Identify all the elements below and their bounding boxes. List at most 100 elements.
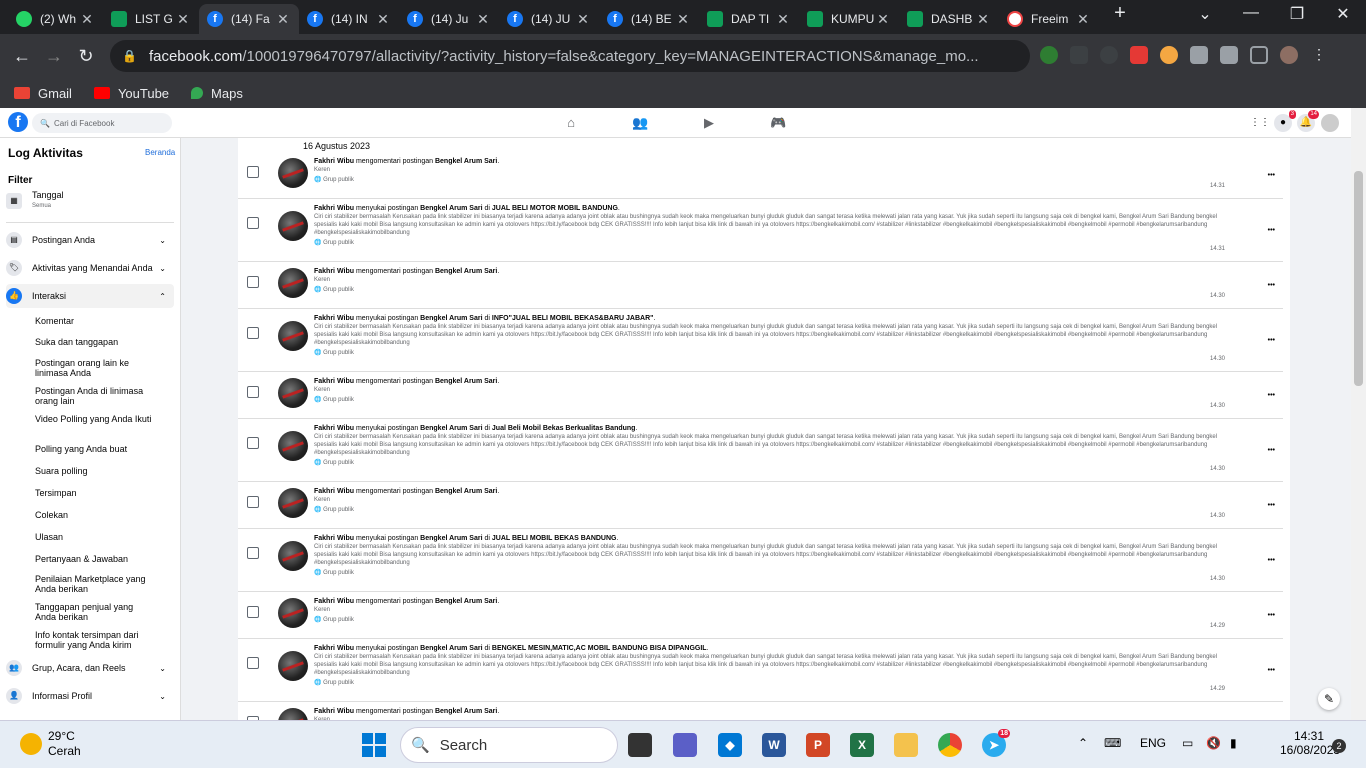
user-name[interactable]: Fakhri Wibu xyxy=(314,158,354,165)
sidebar-item-tagged[interactable]: 🏷 Aktivitas yang Menandai Anda ⌄ xyxy=(6,256,174,280)
sidebar-subitem[interactable]: Colekan xyxy=(35,510,155,520)
bookmark-maps[interactable]: Maps xyxy=(191,86,243,101)
row-checkbox[interactable] xyxy=(247,606,259,618)
date-filter[interactable]: ▦ Tanggal Semua xyxy=(6,188,174,214)
more-options-icon[interactable]: ••• xyxy=(1268,502,1275,509)
user-name[interactable]: Fakhri Wibu xyxy=(314,378,354,385)
user-avatar[interactable] xyxy=(278,158,308,188)
page-name[interactable]: Bengkel Arum Sari xyxy=(420,205,482,212)
display-icon[interactable]: ▭ xyxy=(1182,736,1193,750)
address-bar[interactable]: 🔒 facebook.com/100019796470797/allactivi… xyxy=(110,40,1030,72)
scrollbar-thumb[interactable] xyxy=(1354,171,1363,386)
facebook-logo[interactable]: f xyxy=(8,112,28,132)
tab-search-icon[interactable]: ⌄ xyxy=(1190,4,1220,24)
word-icon[interactable]: W xyxy=(762,733,786,757)
sidebar-subitem[interactable]: Suara polling xyxy=(35,466,155,476)
tab-7[interactable]: DAP TI ✕ xyxy=(699,4,799,34)
tab-4[interactable]: f (14) Ju ✕ xyxy=(399,4,499,34)
sidebar-subitem[interactable]: Postingan Anda di linimasa orang lain xyxy=(35,386,155,406)
tab-5[interactable]: f (14) JU ✕ xyxy=(499,4,599,34)
tab-10[interactable]: Freeim ✕ xyxy=(999,4,1099,34)
back-icon[interactable]: ← xyxy=(6,46,38,67)
reload-icon[interactable]: ↻ xyxy=(70,46,102,67)
page-name[interactable]: Bengkel Arum Sari xyxy=(435,708,497,715)
row-checkbox[interactable] xyxy=(247,496,259,508)
bookmark-youtube[interactable]: YouTube xyxy=(93,86,169,101)
page-name[interactable]: Bengkel Arum Sari xyxy=(420,535,482,542)
close-tab-icon[interactable]: ✕ xyxy=(275,11,291,28)
close-tab-icon[interactable]: ✕ xyxy=(375,11,391,28)
menu-icon[interactable]: ⋮ xyxy=(1310,46,1328,64)
excel-icon[interactable]: X xyxy=(850,733,874,757)
user-avatar[interactable] xyxy=(278,378,308,408)
more-options-icon[interactable]: ••• xyxy=(1268,282,1275,289)
user-avatar[interactable] xyxy=(278,431,308,461)
page-name[interactable]: Bengkel Arum Sari xyxy=(420,315,482,322)
home-icon[interactable]: ⌂ xyxy=(563,115,579,130)
group-name[interactable]: BENGKEL MESIN,MATIC,AC MOBIL BANDUNG BIS… xyxy=(492,645,707,652)
language-indicator[interactable]: ENG xyxy=(1140,736,1166,750)
close-tab-icon[interactable]: ✕ xyxy=(79,11,95,28)
tab-3[interactable]: f (14) IN ✕ xyxy=(299,4,399,34)
user-name[interactable]: Fakhri Wibu xyxy=(314,708,354,715)
user-name[interactable]: Fakhri Wibu xyxy=(314,315,354,322)
sidebar-item-profile-info[interactable]: 👤 Informasi Profil ⌄ xyxy=(6,684,174,708)
more-options-icon[interactable]: ••• xyxy=(1268,172,1275,179)
more-options-icon[interactable]: ••• xyxy=(1268,337,1275,344)
user-avatar[interactable] xyxy=(278,488,308,518)
close-tab-icon[interactable]: ✕ xyxy=(775,11,791,28)
row-checkbox[interactable] xyxy=(247,547,259,559)
page-name[interactable]: Bengkel Arum Sari xyxy=(420,425,482,432)
more-options-icon[interactable]: ••• xyxy=(1268,392,1275,399)
user-name[interactable]: Fakhri Wibu xyxy=(314,535,354,542)
sidebar-subitem[interactable]: Pertanyaan & Jawaban xyxy=(35,554,155,564)
user-avatar[interactable] xyxy=(278,268,308,298)
sidebar-item-postingan-anda[interactable]: ▤ Postingan Anda ⌄ xyxy=(6,228,174,252)
page-name[interactable]: Bengkel Arum Sari xyxy=(435,268,497,275)
sidebar-subitem[interactable]: Penilaian Marketplace yang Anda berikan xyxy=(35,574,155,594)
group-name[interactable]: JUAL BELI MOBIL BEKAS BANDUNG xyxy=(492,535,617,542)
row-checkbox[interactable] xyxy=(247,386,259,398)
chrome-icon[interactable] xyxy=(938,733,962,757)
row-checkbox[interactable] xyxy=(247,166,259,178)
sidebar-subitem[interactable]: Komentar xyxy=(35,316,155,326)
extension-icon[interactable] xyxy=(1100,46,1118,64)
user-name[interactable]: Fakhri Wibu xyxy=(314,268,354,275)
user-name[interactable]: Fakhri Wibu xyxy=(314,205,354,212)
user-avatar[interactable] xyxy=(278,211,308,241)
close-tab-icon[interactable]: ✕ xyxy=(1075,11,1091,28)
notification-count[interactable]: 2 xyxy=(1332,739,1346,753)
row-checkbox[interactable] xyxy=(247,276,259,288)
messenger-icon[interactable]: ● 3 xyxy=(1274,110,1296,132)
sidebar-subitem[interactable]: Polling yang Anda buat xyxy=(35,444,155,454)
telegram-icon[interactable]: ➤ 18 xyxy=(982,729,1010,757)
sidepanel-icon[interactable] xyxy=(1250,46,1268,64)
sidebar-subitem[interactable]: Ulasan xyxy=(35,532,155,542)
tab-1[interactable]: LIST G ✕ xyxy=(103,4,199,34)
friends-icon[interactable]: 👥 xyxy=(632,115,648,130)
more-options-icon[interactable]: ••• xyxy=(1268,447,1275,454)
profile-avatar[interactable] xyxy=(1280,46,1298,64)
sidebar-item-groups-events[interactable]: 👥 Grup, Acara, dan Reels ⌄ xyxy=(6,656,174,680)
close-tab-icon[interactable]: ✕ xyxy=(475,11,491,28)
chevron-up-icon[interactable]: ⌃ xyxy=(1078,736,1088,750)
forward-icon[interactable]: → xyxy=(38,46,70,67)
user-avatar[interactable] xyxy=(278,708,308,720)
task-view-icon[interactable] xyxy=(628,733,652,757)
group-name[interactable]: INFO"JUAL BELI MOBIL BEKAS&BARU JABAR" xyxy=(492,315,654,322)
tab-8[interactable]: KUMPU ✕ xyxy=(799,4,899,34)
row-checkbox[interactable] xyxy=(247,327,259,339)
menu-grid-icon[interactable]: ⋮⋮ xyxy=(1250,114,1270,132)
powerpoint-icon[interactable]: P xyxy=(806,733,830,757)
close-tab-icon[interactable]: ✕ xyxy=(575,11,591,28)
user-avatar[interactable] xyxy=(278,321,308,351)
notifications-icon[interactable]: 🔔 14 xyxy=(1297,110,1319,132)
group-name[interactable]: Jual Beli Mobil Bekas Berkualitas Bandun… xyxy=(492,425,636,432)
row-checkbox[interactable] xyxy=(247,657,259,669)
user-name[interactable]: Fakhri Wibu xyxy=(314,598,354,605)
page-scrollbar[interactable] xyxy=(1351,108,1366,720)
keyboard-icon[interactable]: ⌨ xyxy=(1104,736,1121,750)
meet-icon[interactable] xyxy=(673,733,697,757)
windows-start-icon[interactable] xyxy=(362,733,386,757)
sidebar-subitem[interactable]: Postingan orang lain ke linimasa Anda xyxy=(35,358,155,378)
